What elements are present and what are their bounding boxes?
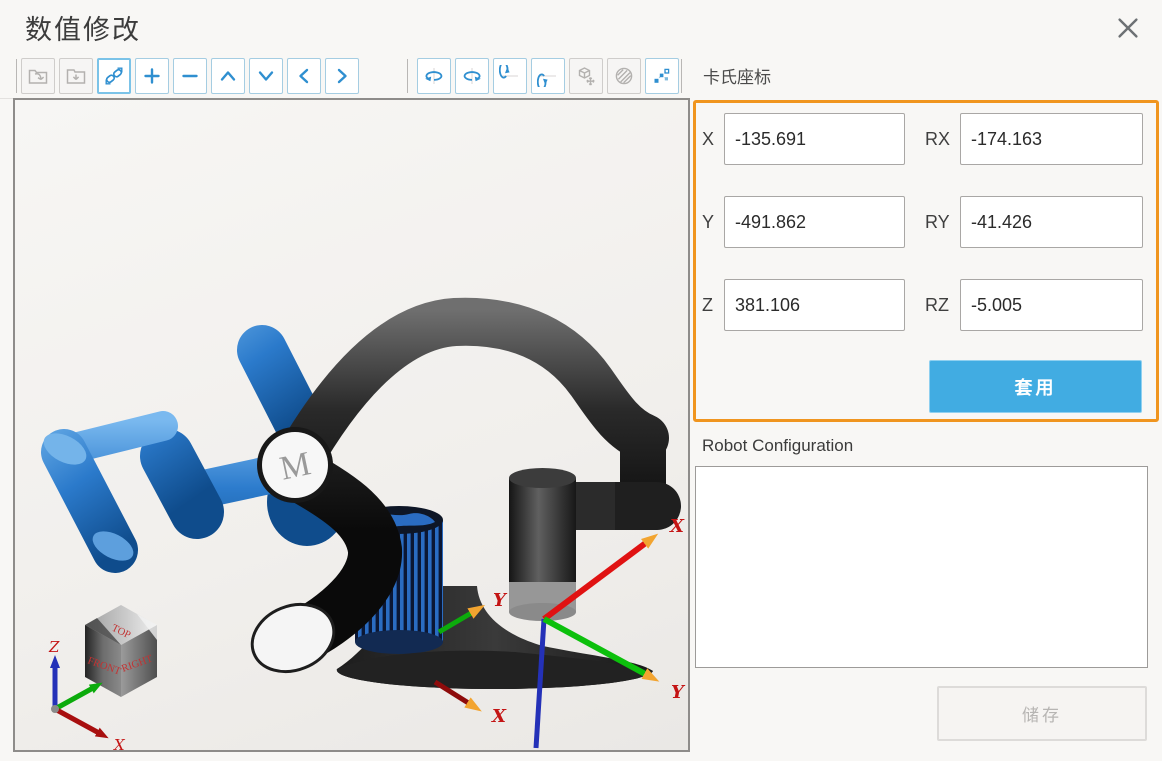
robot-scene: M Y X X Y bbox=[15, 100, 688, 750]
scatter-points-icon bbox=[651, 65, 673, 87]
rx-label: RX bbox=[925, 113, 950, 165]
view-cube[interactable]: TOP FRONT RIGHT bbox=[85, 605, 157, 697]
open-folder-button[interactable] bbox=[21, 58, 55, 94]
z-label: Z bbox=[702, 279, 713, 331]
close-button[interactable] bbox=[1108, 10, 1148, 46]
chevron-up-icon bbox=[217, 65, 239, 87]
ry-input[interactable] bbox=[960, 196, 1143, 248]
triad-z-label: Z bbox=[48, 638, 60, 656]
chevron-down-icon bbox=[255, 65, 277, 87]
plus-icon bbox=[141, 65, 163, 87]
toolbar-group-view bbox=[21, 58, 359, 94]
import-folder-button[interactable] bbox=[59, 58, 93, 94]
y-label: Y bbox=[702, 196, 714, 248]
tcp-x-label: X bbox=[669, 516, 685, 537]
cartesian-coords-panel: X RX Y RY Z RZ 套用 bbox=[693, 100, 1159, 422]
pan-up-button[interactable] bbox=[211, 58, 245, 94]
x-input[interactable] bbox=[724, 113, 905, 165]
base-x-label: X bbox=[491, 706, 507, 727]
chevron-right-icon bbox=[331, 65, 353, 87]
toolbar bbox=[0, 56, 690, 99]
page-title: 数值修改 bbox=[25, 8, 141, 47]
rz-label: RZ bbox=[925, 279, 949, 331]
toolbar-separator bbox=[407, 59, 408, 93]
robot-configuration-title: Robot Configuration bbox=[702, 436, 853, 456]
pan-down-button[interactable] bbox=[249, 58, 283, 94]
rotate-left-icon bbox=[423, 65, 445, 87]
robot-configuration-list[interactable] bbox=[695, 466, 1148, 668]
z-input[interactable] bbox=[724, 279, 905, 331]
rotate-down-icon bbox=[537, 65, 559, 87]
rotate-up-icon bbox=[499, 65, 521, 87]
chevron-left-icon bbox=[293, 65, 315, 87]
toolbar-separator bbox=[681, 59, 682, 93]
3d-viewport[interactable]: M Y X X Y bbox=[13, 98, 690, 752]
sphere-shade-button[interactable] bbox=[607, 58, 641, 94]
cube-move-button[interactable] bbox=[569, 58, 603, 94]
toolbar-group-rotate bbox=[417, 58, 679, 94]
robot-arm-black: M bbox=[242, 322, 657, 689]
apply-button[interactable]: 套用 bbox=[929, 360, 1142, 413]
close-icon bbox=[1114, 13, 1142, 43]
pan-right-button[interactable] bbox=[325, 58, 359, 94]
ry-label: RY bbox=[925, 196, 950, 248]
x-label: X bbox=[702, 113, 714, 165]
rz-input[interactable] bbox=[960, 279, 1143, 331]
toolbar-separator bbox=[16, 59, 17, 93]
tcp-y-label: Y bbox=[671, 682, 686, 703]
triad-x-label: X bbox=[113, 736, 126, 750]
cartesian-section-title: 卡氏座标 bbox=[703, 63, 771, 88]
rotate-left-button[interactable] bbox=[417, 58, 451, 94]
numeric-edit-dialog: 数值修改 bbox=[0, 0, 1162, 761]
zoom-in-button[interactable] bbox=[135, 58, 169, 94]
cube-move-icon bbox=[575, 65, 597, 87]
y-input[interactable] bbox=[724, 196, 905, 248]
open-folder-icon bbox=[27, 65, 49, 87]
link-button[interactable] bbox=[97, 58, 131, 94]
rx-input[interactable] bbox=[960, 113, 1143, 165]
zoom-out-button[interactable] bbox=[173, 58, 207, 94]
rotate-right-icon bbox=[461, 65, 483, 87]
scatter-points-button[interactable] bbox=[645, 58, 679, 94]
pan-left-button[interactable] bbox=[287, 58, 321, 94]
base-y-label: Y bbox=[493, 590, 508, 611]
rotate-right-button[interactable] bbox=[455, 58, 489, 94]
rotate-down-button[interactable] bbox=[531, 58, 565, 94]
import-folder-icon bbox=[65, 65, 87, 87]
save-button[interactable]: 储存 bbox=[937, 686, 1147, 741]
minus-icon bbox=[179, 65, 201, 87]
link-icon bbox=[103, 65, 125, 87]
sphere-shade-icon bbox=[613, 65, 635, 87]
rotate-up-button[interactable] bbox=[493, 58, 527, 94]
